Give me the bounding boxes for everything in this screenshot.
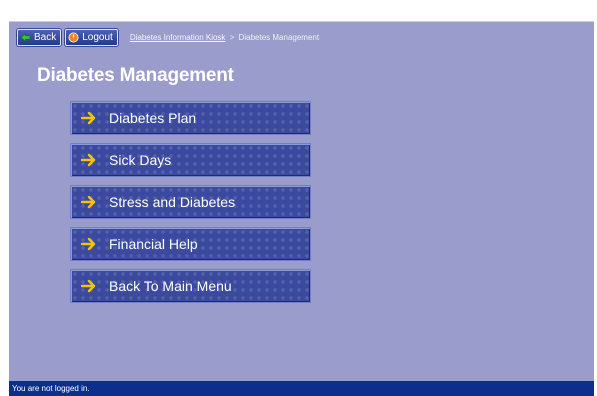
top-toolbar: Back Logout Diabetes Information Kiosk >… — [17, 29, 319, 46]
login-status-text: You are not logged in. — [12, 384, 90, 393]
arrow-right-icon — [81, 279, 97, 293]
menu-item-diabetes-plan[interactable]: Diabetes Plan — [70, 101, 311, 135]
kiosk-panel: Back Logout Diabetes Information Kiosk >… — [9, 21, 594, 385]
arrow-right-icon — [81, 237, 97, 251]
menu-item-financial-help[interactable]: Financial Help — [70, 227, 311, 261]
breadcrumb-link-home[interactable]: Diabetes Information Kiosk — [130, 33, 226, 42]
menu-item-label: Financial Help — [109, 236, 198, 252]
logout-button-label: Logout — [82, 32, 113, 43]
breadcrumb-current: Diabetes Management — [238, 33, 320, 42]
logout-button[interactable]: Logout — [65, 29, 118, 46]
status-bar: You are not logged in. — [9, 381, 594, 396]
menu-item-label: Stress and Diabetes — [109, 194, 236, 210]
page-title: Diabetes Management — [37, 65, 234, 86]
back-button[interactable]: Back — [17, 29, 62, 46]
menu-item-label: Diabetes Plan — [109, 110, 197, 126]
back-arrow-icon — [20, 32, 31, 43]
arrow-right-icon — [81, 153, 97, 167]
menu-item-label: Back To Main Menu — [109, 278, 232, 294]
back-button-label: Back — [34, 32, 57, 43]
breadcrumb: Diabetes Information Kiosk > Diabetes Ma… — [130, 33, 319, 42]
arrow-right-icon — [81, 195, 97, 209]
menu-item-label: Sick Days — [109, 152, 172, 168]
menu-item-stress-and-diabetes[interactable]: Stress and Diabetes — [70, 185, 311, 219]
breadcrumb-separator: > — [229, 33, 235, 42]
menu-list: Diabetes Plan Sick Days Stress and Diabe… — [70, 101, 311, 311]
arrow-right-icon — [81, 111, 97, 125]
logout-icon — [68, 32, 79, 43]
menu-item-sick-days[interactable]: Sick Days — [70, 143, 311, 177]
menu-item-back-to-main-menu[interactable]: Back To Main Menu — [70, 269, 311, 303]
